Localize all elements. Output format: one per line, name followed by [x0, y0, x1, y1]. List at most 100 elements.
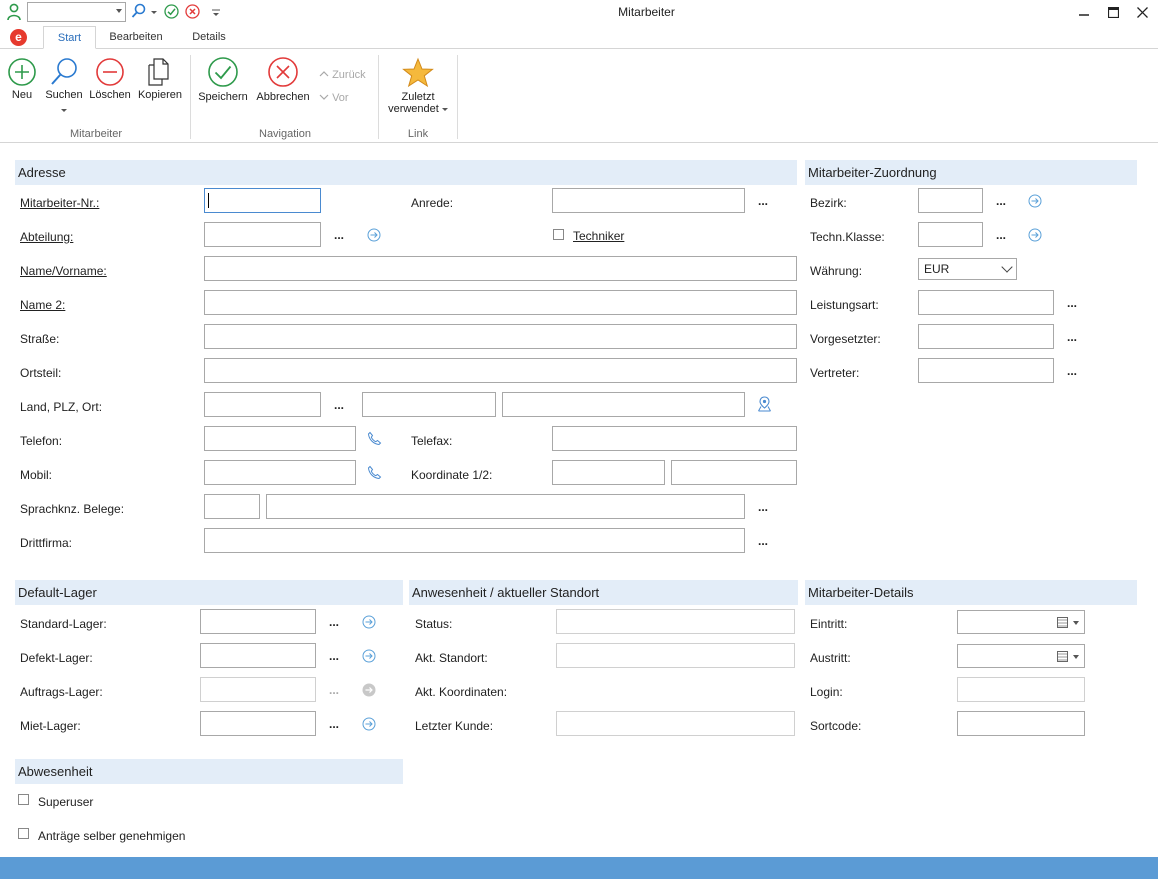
abbrechen-button[interactable]: Abbrechen — [255, 57, 311, 103]
sprachknz-lookup-button[interactable]: ... — [758, 500, 768, 514]
land-input[interactable] — [204, 392, 321, 417]
auftrags-lager-goto-icon[interactable] — [362, 683, 376, 697]
standard-lager-input[interactable] — [200, 609, 316, 634]
label-name-vorname[interactable]: Name/Vorname: — [20, 263, 107, 279]
vorgesetzter-lookup-button[interactable]: ... — [1067, 330, 1077, 344]
phone-icon[interactable] — [367, 431, 382, 446]
drittfirma-input[interactable] — [204, 528, 745, 553]
defekt-lager-goto-icon[interactable] — [362, 649, 376, 663]
zuletzt-verwendet-button[interactable]: Zuletzt verwendet — [383, 57, 453, 115]
search-icon — [51, 58, 77, 85]
vor-button[interactable]: Vor — [319, 92, 349, 104]
bezirk-input[interactable] — [918, 188, 983, 213]
techn-klasse-input[interactable] — [918, 222, 983, 247]
maximize-button[interactable] — [1103, 3, 1123, 21]
vertreter-input[interactable] — [918, 358, 1054, 383]
text-cursor — [208, 193, 209, 208]
label-techniker[interactable]: Techniker — [573, 228, 624, 244]
leistungsart-input[interactable] — [918, 290, 1054, 315]
label-bezirk: Bezirk: — [810, 196, 847, 210]
speichern-button[interactable]: Speichern — [197, 57, 249, 103]
tab-bearbeiten[interactable]: Bearbeiten — [103, 26, 169, 49]
standard-lager-lookup-button[interactable]: ... — [329, 615, 339, 629]
auftrags-lager-input[interactable] — [200, 677, 316, 702]
zurueck-button[interactable]: Zurück — [319, 69, 366, 81]
bezirk-lookup-button[interactable]: ... — [996, 194, 1006, 208]
vor-label: Vor — [332, 92, 349, 104]
kopieren-button[interactable]: Kopieren — [136, 57, 184, 101]
techn-klasse-lookup-button[interactable]: ... — [996, 228, 1006, 242]
ribbon-tab-bar: Start Bearbeiten Details — [0, 26, 1158, 49]
status-bar — [0, 857, 1158, 879]
plz-input[interactable] — [362, 392, 496, 417]
bezirk-goto-icon[interactable] — [1028, 194, 1042, 208]
techniker-checkbox[interactable] — [553, 229, 564, 240]
telefon-input[interactable] — [204, 426, 356, 451]
land-lookup-button[interactable]: ... — [334, 398, 344, 412]
techn-klasse-goto-icon[interactable] — [1028, 228, 1042, 242]
close-button[interactable] — [1132, 3, 1152, 21]
label-mitarbeiter-nr[interactable]: Mitarbeiter-Nr.: — [20, 195, 99, 211]
abteilung-lookup-button[interactable]: ... — [334, 228, 344, 242]
calendar-icon[interactable] — [1057, 651, 1068, 662]
sprachknz-text-input[interactable] — [266, 494, 745, 519]
chevron-up-icon — [319, 71, 329, 77]
telefax-input[interactable] — [552, 426, 797, 451]
calendar-icon[interactable] — [1057, 617, 1068, 628]
abteilung-input[interactable] — [204, 222, 321, 247]
defekt-lager-input[interactable] — [200, 643, 316, 668]
defekt-lager-lookup-button[interactable]: ... — [329, 649, 339, 663]
letzter-kunde-field — [556, 711, 795, 736]
koordinate2-input[interactable] — [671, 460, 797, 485]
label-waehrung: Währung: — [810, 264, 863, 278]
eintritt-date-picker[interactable] — [957, 610, 1085, 634]
superuser-checkbox[interactable] — [18, 794, 29, 805]
app-menu-icon[interactable]: e — [10, 29, 27, 46]
neu-label: Neu — [11, 89, 33, 101]
vorgesetzter-input[interactable] — [918, 324, 1054, 349]
vertreter-lookup-button[interactable]: ... — [1067, 364, 1077, 378]
miet-lager-goto-icon[interactable] — [362, 717, 376, 731]
leistungsart-lookup-button[interactable]: ... — [1067, 296, 1077, 310]
map-pin-icon[interactable] — [757, 396, 772, 412]
name-vorname-input[interactable] — [204, 256, 797, 281]
abteilung-goto-icon[interactable] — [367, 228, 381, 242]
mitarbeiter-nr-input[interactable] — [204, 188, 321, 213]
loeschen-button[interactable]: Löschen — [88, 57, 132, 101]
waehrung-select[interactable]: EUR — [918, 258, 1017, 280]
tab-start[interactable]: Start — [43, 26, 96, 49]
label-vertreter: Vertreter: — [810, 366, 860, 380]
ort-input[interactable] — [502, 392, 745, 417]
miet-lager-input[interactable] — [200, 711, 316, 736]
anrede-input[interactable] — [552, 188, 745, 213]
strasse-input[interactable] — [204, 324, 797, 349]
standard-lager-goto-icon[interactable] — [362, 615, 376, 629]
ribbon-separator — [378, 55, 379, 139]
anrede-lookup-button[interactable]: ... — [758, 194, 768, 208]
sprachknz-code-input[interactable] — [204, 494, 260, 519]
name2-input[interactable] — [204, 290, 797, 315]
label-koordinate: Koordinate 1/2: — [411, 468, 493, 482]
label-name2[interactable]: Name 2: — [20, 297, 65, 313]
window-title: Mitarbeiter — [618, 5, 675, 19]
zurueck-label: Zurück — [332, 69, 366, 81]
austritt-date-picker[interactable] — [957, 644, 1085, 668]
drittfirma-lookup-button[interactable]: ... — [758, 534, 768, 548]
miet-lager-lookup-button[interactable]: ... — [329, 717, 339, 731]
label-abteilung[interactable]: Abteilung: — [20, 229, 73, 245]
neu-button[interactable]: Neu — [5, 57, 39, 101]
ortsteil-input[interactable] — [204, 358, 797, 383]
sortcode-input[interactable] — [957, 711, 1085, 736]
minimize-button[interactable] — [1074, 3, 1094, 21]
antraege-checkbox[interactable] — [18, 828, 29, 839]
save-check-icon — [208, 57, 238, 87]
label-leistungsart: Leistungsart: — [810, 298, 879, 312]
suchen-button[interactable]: Suchen — [44, 57, 84, 116]
mobil-input[interactable] — [204, 460, 356, 485]
tab-details[interactable]: Details — [181, 26, 237, 49]
speichern-label: Speichern — [198, 91, 248, 103]
group-label-link: Link — [407, 128, 429, 140]
auftrags-lager-lookup-button[interactable]: ... — [329, 683, 339, 697]
koordinate1-input[interactable] — [552, 460, 665, 485]
phone-icon[interactable] — [367, 465, 382, 480]
